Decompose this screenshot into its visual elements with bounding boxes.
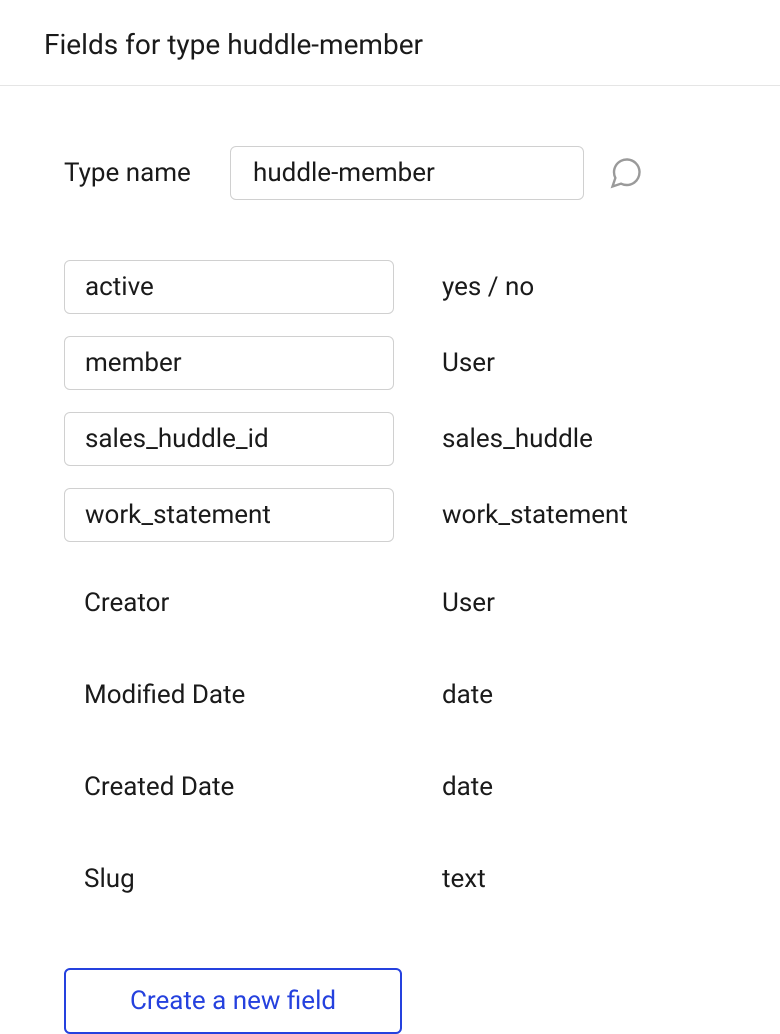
type-name-input[interactable] bbox=[230, 146, 584, 200]
create-field-button[interactable]: Create a new field bbox=[64, 968, 402, 1034]
static-field-row: Modified Date date bbox=[64, 668, 780, 722]
static-field-row: Creator User bbox=[64, 576, 780, 630]
type-name-row: Type name bbox=[64, 146, 780, 200]
static-field-name: Creator bbox=[64, 576, 394, 630]
field-type-label: sales_huddle bbox=[442, 424, 593, 454]
static-field-row: Slug text bbox=[64, 852, 780, 906]
field-type-label: yes / no bbox=[442, 272, 534, 302]
comment-icon[interactable] bbox=[608, 155, 644, 191]
page-container: Fields for type huddle-member Type name … bbox=[0, 0, 780, 1034]
static-field-type: text bbox=[442, 864, 486, 894]
static-fields-section: Creator User Modified Date date Created … bbox=[64, 576, 780, 906]
static-field-name: Slug bbox=[64, 852, 394, 906]
field-row: User bbox=[64, 336, 780, 390]
page-title: Fields for type huddle-member bbox=[44, 28, 780, 61]
type-name-label: Type name bbox=[64, 158, 230, 188]
static-field-row: Created Date date bbox=[64, 760, 780, 814]
field-name-input[interactable] bbox=[64, 488, 394, 542]
static-field-type: User bbox=[442, 588, 495, 618]
field-name-input[interactable] bbox=[64, 336, 394, 390]
field-row: yes / no bbox=[64, 260, 780, 314]
field-row: work_statement bbox=[64, 488, 780, 542]
field-type-label: User bbox=[442, 348, 495, 378]
static-field-name: Created Date bbox=[64, 760, 394, 814]
header: Fields for type huddle-member bbox=[0, 0, 780, 86]
field-name-input[interactable] bbox=[64, 412, 394, 466]
static-field-name: Modified Date bbox=[64, 668, 394, 722]
field-type-label: work_statement bbox=[442, 500, 628, 530]
field-name-input[interactable] bbox=[64, 260, 394, 314]
content-area: Type name yes / no User sales_huddle bbox=[0, 86, 780, 1034]
field-row: sales_huddle bbox=[64, 412, 780, 466]
static-field-type: date bbox=[442, 680, 493, 710]
editable-fields-section: yes / no User sales_huddle work_statemen… bbox=[64, 260, 780, 542]
static-field-type: date bbox=[442, 772, 493, 802]
